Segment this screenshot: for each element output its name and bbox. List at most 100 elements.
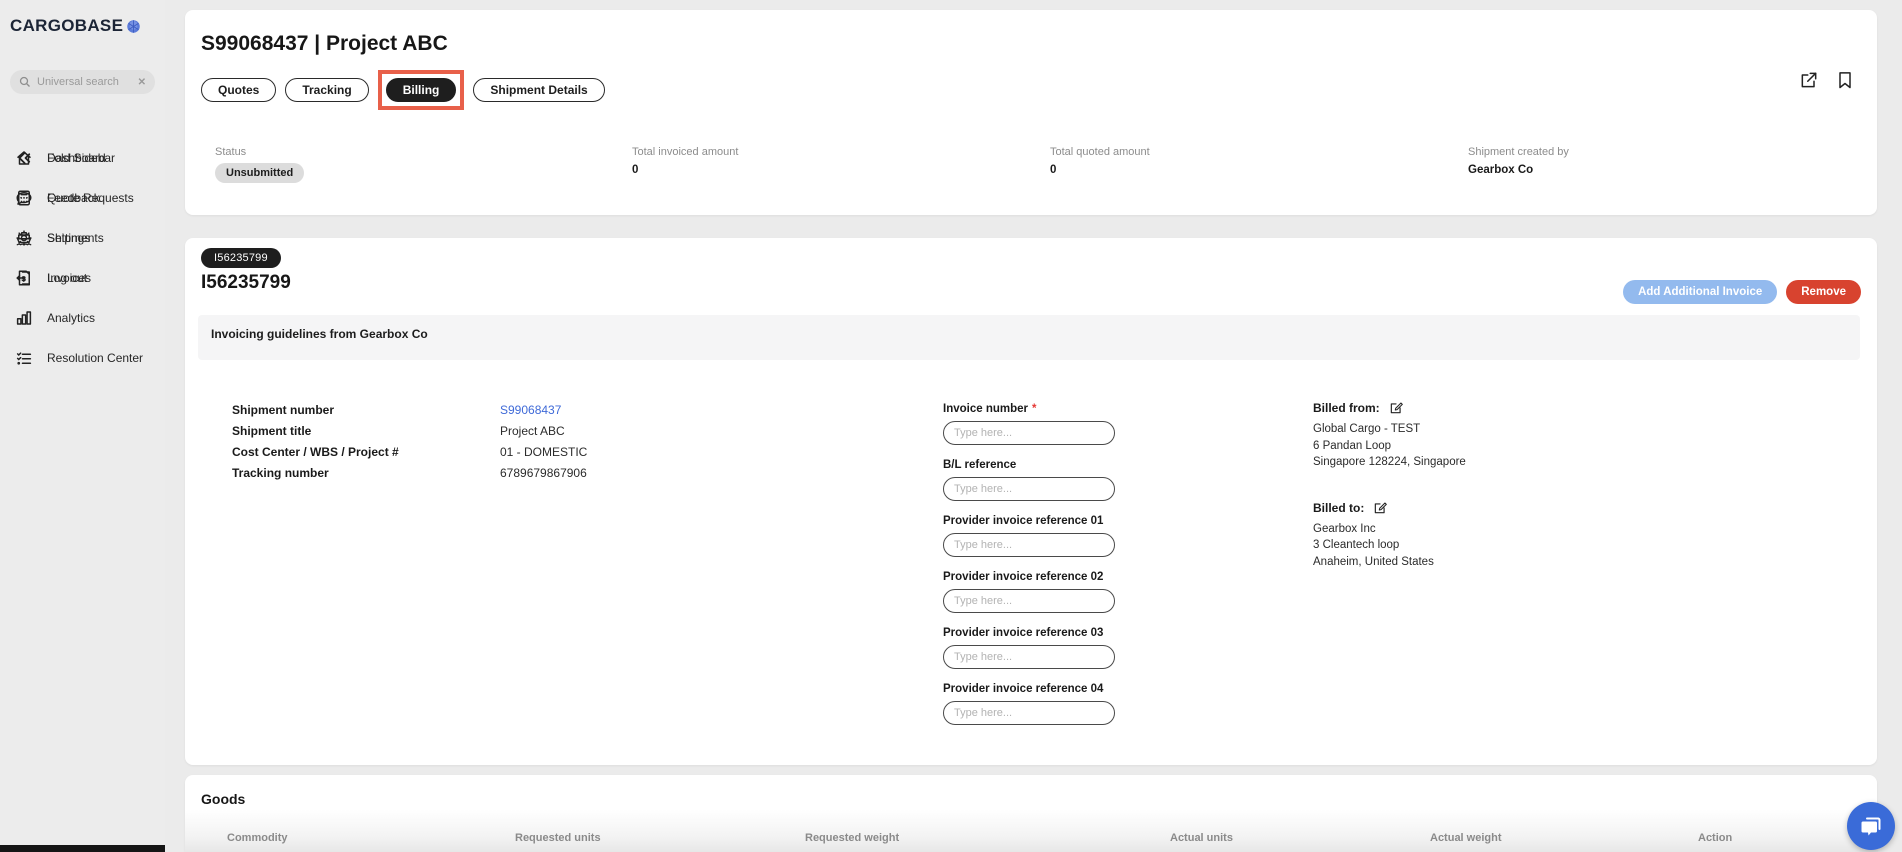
field-label: Provider invoice reference 03 bbox=[943, 626, 1115, 641]
detail-row-shipment-title: Shipment title Project ABC bbox=[232, 424, 872, 438]
provider-invoice-ref-01-input[interactable] bbox=[943, 533, 1115, 557]
tab-quotes[interactable]: Quotes bbox=[201, 78, 276, 102]
detail-row-cost-center: Cost Center / WBS / Project # 01 - DOMES… bbox=[232, 445, 872, 459]
edit-billed-to-icon[interactable] bbox=[1373, 501, 1387, 515]
goods-section-title: Goods bbox=[201, 791, 245, 807]
provider-invoice-ref-02-input[interactable] bbox=[943, 589, 1115, 613]
detail-label: Cost Center / WBS / Project # bbox=[232, 445, 500, 459]
field-label: Provider invoice reference 01 bbox=[943, 514, 1115, 529]
invoice-form: Invoice number* B/L reference Provider i… bbox=[943, 402, 1115, 738]
billed-to-block: Billed to: Gearbox Inc 3 Cleantech loop … bbox=[1313, 501, 1593, 571]
billed-to-line: Gearbox Inc bbox=[1313, 521, 1593, 538]
summary-total-quoted: Total quoted amount 0 bbox=[1050, 146, 1150, 176]
form-group-provider-ref-04: Provider invoice reference 04 bbox=[943, 682, 1115, 725]
field-label: Provider invoice reference 04 bbox=[943, 682, 1115, 697]
tab-shipment-details[interactable]: Shipment Details bbox=[473, 78, 604, 102]
edit-billed-from-icon[interactable] bbox=[1389, 401, 1403, 415]
summary-status: Status Unsubmitted bbox=[215, 146, 304, 183]
chevrons-left-icon bbox=[14, 149, 33, 168]
sidebar-item-label: Feedback bbox=[47, 191, 100, 205]
invoicing-guidelines-panel: Invoicing guidelines from Gearbox Co bbox=[198, 315, 1860, 360]
gear-icon bbox=[14, 229, 33, 248]
sidebar-item-settings[interactable]: Settings bbox=[0, 218, 165, 258]
chat-widget-button[interactable] bbox=[1847, 802, 1895, 850]
invoice-title: I56235799 bbox=[201, 272, 291, 294]
shipment-number-link[interactable]: S99068437 bbox=[500, 403, 561, 417]
column-header-actual-weight: Actual weight bbox=[1430, 832, 1502, 844]
provider-invoice-ref-04-input[interactable] bbox=[943, 701, 1115, 725]
search-icon bbox=[19, 76, 31, 88]
column-header-requested-weight: Requested weight bbox=[805, 832, 899, 844]
shipment-header-card: S99068437 | Project ABC Quotes Tracking … bbox=[185, 10, 1877, 215]
speech-bubble-icon bbox=[14, 189, 33, 208]
detail-label: Shipment title bbox=[232, 424, 500, 438]
cargobase-logo: CARGOBASE bbox=[0, 0, 165, 36]
billed-to-label: Billed to: bbox=[1313, 501, 1364, 515]
billed-from-line: 6 Pandan Loop bbox=[1313, 438, 1593, 455]
billed-from-line: Global Cargo - TEST bbox=[1313, 421, 1593, 438]
provider-invoice-ref-03-input[interactable] bbox=[943, 645, 1115, 669]
required-asterisk: * bbox=[1032, 403, 1036, 415]
sidebar-item-logout[interactable]: Log out bbox=[0, 258, 165, 298]
summary-label: Total quoted amount bbox=[1050, 146, 1150, 158]
invoicing-guidelines-text: Invoicing guidelines from Gearbox Co bbox=[211, 327, 428, 341]
summary-value: Gearbox Co bbox=[1468, 164, 1569, 176]
billed-from-line: Singapore 128224, Singapore bbox=[1313, 454, 1593, 471]
logo-globe-icon bbox=[126, 19, 141, 34]
sidebar-item-label: Log out bbox=[47, 271, 87, 285]
add-additional-invoice-button[interactable]: Add Additional Invoice bbox=[1623, 280, 1777, 304]
field-label: B/L reference bbox=[943, 458, 1115, 473]
sidebar-item-feedback[interactable]: Feedback bbox=[0, 178, 165, 218]
search-input[interactable] bbox=[37, 76, 132, 88]
remove-invoice-button[interactable]: Remove bbox=[1786, 280, 1861, 304]
tab-bar: Quotes Tracking Billing Shipment Details bbox=[201, 68, 605, 112]
summary-total-invoiced: Total invoiced amount 0 bbox=[632, 146, 738, 176]
sidebar: CARGOBASE ✕ Dashboard Quote Requests bbox=[0, 0, 165, 852]
sidebar-item-label: Fold Sidebar bbox=[47, 151, 115, 165]
billed-to-line: 3 Cleantech loop bbox=[1313, 537, 1593, 554]
logo-text: CARGOBASE bbox=[10, 16, 123, 36]
invoice-number-badge: I56235799 bbox=[201, 248, 281, 268]
goods-card: Goods Commodity Requested units Requeste… bbox=[185, 775, 1877, 852]
share-icon[interactable] bbox=[1799, 70, 1819, 90]
column-header-actual-units: Actual units bbox=[1170, 832, 1233, 844]
field-label: Invoice number* bbox=[943, 402, 1115, 417]
column-header-commodity: Commodity bbox=[227, 832, 288, 844]
chat-bubble-icon bbox=[1859, 814, 1883, 838]
sidebar-bottom-strip bbox=[0, 845, 165, 852]
bookmark-icon[interactable] bbox=[1835, 70, 1855, 90]
invoice-card: I56235799 I56235799 Add Additional Invoi… bbox=[185, 238, 1877, 765]
form-group-bl-reference: B/L reference bbox=[943, 458, 1115, 501]
summary-label: Status bbox=[215, 146, 304, 158]
page-title: S99068437 | Project ABC bbox=[201, 32, 448, 56]
bl-reference-input[interactable] bbox=[943, 477, 1115, 501]
detail-label: Shipment number bbox=[232, 403, 500, 417]
billed-from-label: Billed from: bbox=[1313, 401, 1380, 415]
summary-label: Shipment created by bbox=[1468, 146, 1569, 158]
summary-value: 0 bbox=[1050, 164, 1150, 176]
tab-billing[interactable]: Billing bbox=[386, 78, 457, 102]
field-label: Provider invoice reference 02 bbox=[943, 570, 1115, 585]
tab-tracking[interactable]: Tracking bbox=[285, 78, 368, 102]
shipment-details-list: Shipment number S99068437 Shipment title… bbox=[232, 403, 872, 487]
universal-search[interactable]: ✕ bbox=[10, 70, 155, 94]
detail-row-tracking-number: Tracking number 6789679867906 bbox=[232, 466, 872, 480]
goods-table-header: Commodity Requested units Requested weig… bbox=[185, 832, 1877, 846]
form-group-provider-ref-01: Provider invoice reference 01 bbox=[943, 514, 1115, 557]
clear-search-icon[interactable]: ✕ bbox=[138, 77, 146, 88]
summary-label: Total invoiced amount bbox=[632, 146, 738, 158]
summary-value: 0 bbox=[632, 164, 738, 176]
logout-icon bbox=[14, 269, 33, 288]
detail-label: Tracking number bbox=[232, 466, 500, 480]
sidebar-item-fold-sidebar[interactable]: Fold Sidebar bbox=[0, 138, 165, 178]
header-action-icons bbox=[1799, 70, 1855, 90]
detail-row-shipment-number: Shipment number S99068437 bbox=[232, 403, 872, 417]
billing-parties: Billed from: Global Cargo - TEST 6 Panda… bbox=[1313, 401, 1593, 570]
detail-value: 6789679867906 bbox=[500, 466, 587, 480]
invoice-number-input[interactable] bbox=[943, 421, 1115, 445]
form-group-invoice-number: Invoice number* bbox=[943, 402, 1115, 445]
form-group-provider-ref-03: Provider invoice reference 03 bbox=[943, 626, 1115, 669]
column-header-requested-units: Requested units bbox=[515, 832, 601, 844]
billed-from-block: Billed from: Global Cargo - TEST 6 Panda… bbox=[1313, 401, 1593, 471]
status-badge: Unsubmitted bbox=[215, 163, 304, 183]
